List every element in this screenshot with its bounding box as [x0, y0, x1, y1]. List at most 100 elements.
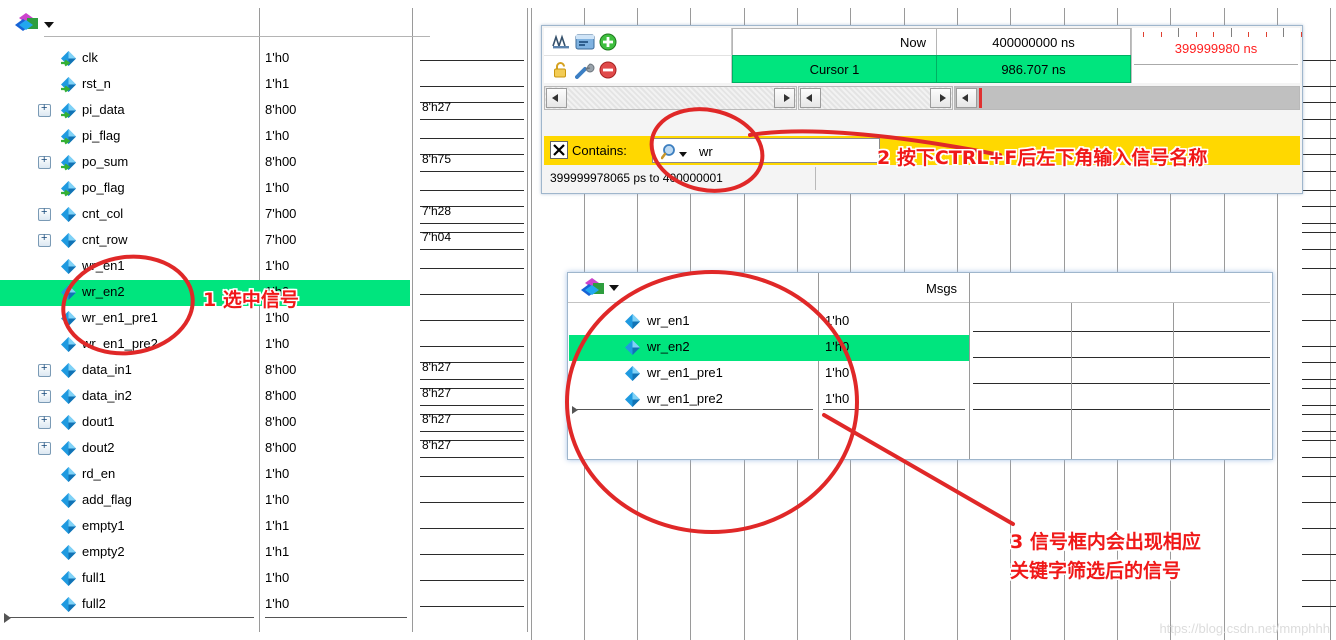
- signal-name: wr_en2: [82, 284, 125, 299]
- signal-row-full2[interactable]: full21'h0: [0, 592, 410, 618]
- filtered-signals-window[interactable]: Msgs wr_en11'h0wr_en21'h0wr_en1_pre11'h0…: [567, 272, 1273, 460]
- expand-toggle-data_in2[interactable]: [38, 390, 51, 403]
- signal-row-pi_data[interactable]: pi_data8'h00: [0, 98, 410, 124]
- bus-edge-bottom: [420, 405, 524, 406]
- lock-icon[interactable]: [552, 61, 570, 82]
- time-range-text: 399999978065 ps to 400000001: [550, 171, 723, 185]
- filtered-signal-row-wr_en1[interactable]: wr_en1 1'h0: [569, 309, 969, 335]
- signal-level-line: [420, 320, 524, 321]
- signal-row-wr_en1_pre2[interactable]: wr_en1_pre21'h0: [0, 332, 410, 358]
- insert-cursor-icon[interactable]: [575, 33, 595, 54]
- wave-trace-rst_n: [1302, 86, 1336, 87]
- horizontal-scrollbar-wave[interactable]: [954, 86, 1300, 110]
- bus-value: 8'h75: [422, 152, 451, 166]
- add-cursor-icon[interactable]: [599, 33, 617, 54]
- signal-row-cnt_row[interactable]: cnt_row7'h00: [0, 228, 410, 254]
- watermark: https://blog.csdn.net/mmphhh: [1159, 621, 1330, 636]
- wave-trace-rd_en: [1302, 476, 1336, 477]
- expand-toggle-data_in1[interactable]: [38, 364, 51, 377]
- search-icon: [661, 143, 679, 164]
- signal-level-line: [420, 606, 524, 607]
- signal-icon: [624, 365, 641, 382]
- signal-row-wr_en1[interactable]: wr_en11'h0: [0, 254, 410, 280]
- arrow-right-icon[interactable]: [774, 88, 795, 108]
- signal-value: 1'h0: [265, 492, 289, 507]
- signal-row-empty2[interactable]: empty21'h1: [0, 540, 410, 566]
- signal-row-full1[interactable]: full11'h0: [0, 566, 410, 592]
- wave-trace-data_in2: [1302, 388, 1336, 389]
- ruler-minor-tick: [1248, 32, 1249, 37]
- signal-row-cnt_col[interactable]: cnt_col7'h00: [0, 202, 410, 228]
- arrow-left-icon[interactable]: [546, 88, 567, 108]
- wave-value-wr_en1_pre1: [414, 306, 530, 332]
- signal-name: wr_en1_pre2: [647, 391, 723, 406]
- filtered-bottom-line-names: [577, 409, 813, 410]
- signal-row-empty1[interactable]: empty11'h1: [0, 514, 410, 540]
- filtered-wave-gridline: [1173, 303, 1174, 459]
- list-bottom-arrow: [4, 613, 11, 623]
- wave-trace-cnt_col: [1302, 206, 1336, 207]
- close-icon[interactable]: [550, 141, 568, 159]
- filtered-signal-row-wr_en1_pre1[interactable]: wr_en1_pre11'h0: [569, 361, 969, 387]
- signal-value: 1'h0: [265, 570, 289, 585]
- bus-edge-bottom: [420, 379, 524, 380]
- horizontal-scrollbar-left[interactable]: [544, 86, 797, 110]
- signal-icon: [60, 310, 77, 327]
- list-bottom-line-values: [265, 617, 407, 618]
- expand-toggle-cnt_col[interactable]: [38, 208, 51, 221]
- expand-toggle-dout2[interactable]: [38, 442, 51, 455]
- signal-row-clk[interactable]: clk1'h0: [0, 46, 410, 72]
- wave-trace-cnt_row: [1302, 232, 1336, 233]
- delete-cursor-icon[interactable]: [599, 61, 617, 82]
- ruler-minor-tick: [1266, 32, 1267, 37]
- expand-toggle-dout1[interactable]: [38, 416, 51, 429]
- scroll-thumb[interactable]: [979, 88, 982, 108]
- signal-value: 1'h0: [825, 313, 849, 328]
- signal-row-rd_en[interactable]: rd_en1'h0: [0, 462, 410, 488]
- signal-row-data_in1[interactable]: data_in18'h00: [0, 358, 410, 384]
- signal-row-dout2[interactable]: dout28'h00: [0, 436, 410, 462]
- search-input-value[interactable]: wr: [699, 144, 713, 159]
- signal-row-po_sum[interactable]: po_sum8'h00: [0, 150, 410, 176]
- expand-toggle-po_sum[interactable]: [38, 156, 51, 169]
- cursor-label-cell[interactable]: Cursor 1: [732, 55, 937, 83]
- time-range-status: 399999978065 ps to 400000001: [544, 167, 816, 190]
- arrow-right-icon[interactable]: [930, 88, 951, 108]
- wave-value-empty2: [414, 540, 530, 566]
- signal-level-line: [420, 268, 524, 269]
- signal-level-line: [420, 138, 524, 139]
- expand-toggle-cnt_row[interactable]: [38, 234, 51, 247]
- signal-name: full2: [82, 596, 106, 611]
- signal-name: cnt_col: [82, 206, 123, 221]
- wave-edit-icon[interactable]: [552, 33, 572, 54]
- signal-row-rst_n[interactable]: rst_n1'h1: [0, 72, 410, 98]
- signal-name: wr_en1: [647, 313, 690, 328]
- horizontal-scrollbar-middle[interactable]: [798, 86, 953, 110]
- cursor-toolbar-row-1[interactable]: [544, 28, 732, 56]
- wave-value-wr_en1: [414, 254, 530, 280]
- arrow-left-icon[interactable]: [800, 88, 821, 108]
- cursor-value-cell[interactable]: 986.707 ns: [936, 55, 1131, 83]
- signal-icon: [60, 206, 77, 223]
- signal-name: cnt_row: [82, 232, 128, 247]
- wave-trace-po_sum: [1302, 154, 1336, 155]
- wave-trace-wr_en1_pre2: [1302, 346, 1336, 347]
- chevron-down-icon[interactable]: [609, 285, 619, 291]
- arrow-left-icon[interactable]: [956, 88, 977, 108]
- configure-cursor-icon[interactable]: [575, 61, 595, 82]
- expand-toggle-pi_data[interactable]: [38, 104, 51, 117]
- signal-row-data_in2[interactable]: data_in28'h00: [0, 384, 410, 410]
- chevron-down-icon[interactable]: [44, 22, 54, 28]
- search-input[interactable]: wr: [652, 138, 880, 163]
- filtered-signal-row-wr_en2[interactable]: wr_en21'h0: [569, 335, 969, 361]
- cursor-toolbar-row-2[interactable]: [544, 56, 732, 83]
- signal-value: 8'h00: [265, 388, 296, 403]
- signal-row-dout1[interactable]: dout18'h00: [0, 410, 410, 436]
- signal-row-po_flag[interactable]: po_flag1'h0: [0, 176, 410, 202]
- chevron-down-icon[interactable]: [679, 152, 687, 157]
- signal-name: add_flag: [82, 492, 132, 507]
- signal-row-add_flag[interactable]: add_flag 1'h0: [0, 488, 410, 514]
- ruler-minor-tick: [1161, 32, 1162, 37]
- signal-row-pi_flag[interactable]: pi_flag1'h0: [0, 124, 410, 150]
- wave-value-data_in2: 8'h27: [414, 384, 530, 410]
